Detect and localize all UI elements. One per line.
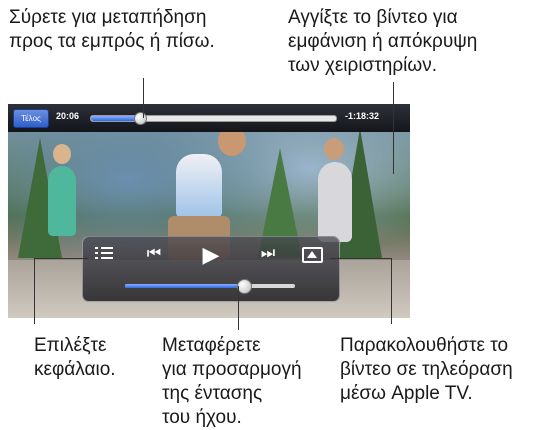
volume-fill [125, 284, 244, 288]
chapter-list-icon [95, 247, 117, 259]
previous-button[interactable]: ⏮ [141, 245, 167, 263]
skip-forward-icon: ⏭ [260, 245, 276, 262]
callout-line: Μεταφέρετε [162, 335, 261, 356]
airplay-callout: Παρακολουθήστε το βίντεο σε τηλεόραση μέ… [340, 334, 513, 406]
bystander-head [324, 138, 344, 160]
scrubber-playhead[interactable] [134, 112, 147, 125]
airplay-leader-line [391, 258, 392, 324]
chapters-button[interactable] [95, 247, 117, 262]
bystander-head [53, 144, 71, 164]
bystander-figure [318, 162, 352, 242]
top-control-bar: Τέλος 20:06 -1:18:32 [8, 104, 410, 132]
skip-back-icon: ⏮ [146, 245, 162, 262]
callout-line: βίντεο σε τηλεόραση [340, 359, 513, 380]
callout-line: των χειριστηρίων. [288, 55, 437, 76]
chapter-leader-line [34, 258, 35, 324]
tap-leader-line [393, 82, 394, 174]
airplay-button[interactable] [302, 247, 324, 263]
airplay-icon [302, 247, 323, 263]
scrubber-fill [91, 116, 140, 121]
callout-line: για προσαρμογή [162, 359, 302, 380]
remaining-time: -1:18:32 [345, 111, 380, 121]
bystander-figure [48, 166, 76, 236]
volume-thumb[interactable] [237, 279, 252, 294]
play-button[interactable]: ▶ [198, 242, 224, 268]
callout-line: εμφάνιση ή απόκρυψη [288, 31, 478, 52]
callout-line: του ήχου. [162, 407, 242, 428]
callout-line: της έντασης [162, 383, 263, 404]
video-player[interactable]: Τέλος 20:06 -1:18:32 ⏮ ▶ ⏭ [8, 104, 410, 318]
elapsed-time: 20:06 [56, 111, 80, 121]
chapter-leader-line [34, 258, 88, 259]
done-button[interactable]: Τέλος [13, 109, 49, 128]
callout-line: Αγγίξτε το βίντεο για [288, 7, 458, 28]
airplay-leader-line [330, 258, 391, 259]
volume-callout: Μεταφέρετε για προσαρμογή της έντασης το… [162, 334, 302, 430]
callout-line: Παρακολουθήστε το [340, 335, 509, 356]
callout-line: Σύρετε για μεταπήδηση [9, 7, 207, 28]
scrub-leader-line [143, 78, 144, 118]
next-button[interactable]: ⏭ [255, 245, 281, 263]
playback-controls: ⏮ ▶ ⏭ [82, 236, 340, 302]
skater-figure [176, 154, 222, 218]
volume-slider[interactable] [125, 279, 295, 294]
callout-line: μέσω Apple TV. [340, 383, 473, 404]
tap-video-callout: Αγγίξτε το βίντεο για εμφάνιση ή απόκρυψ… [288, 6, 477, 78]
chapter-callout: Επιλέξτε κεφάλαιο. [34, 334, 116, 382]
callout-line: κεφάλαιο. [34, 359, 116, 380]
callout-line: προς τα εμπρός ή πίσω. [9, 31, 215, 52]
scrub-callout: Σύρετε για μεταπήδηση προς τα εμπρός ή π… [9, 6, 215, 54]
volume-leader-line [238, 286, 239, 330]
play-icon: ▶ [202, 242, 220, 267]
scrubber[interactable] [90, 112, 337, 125]
callout-line: Επιλέξτε [34, 335, 107, 356]
